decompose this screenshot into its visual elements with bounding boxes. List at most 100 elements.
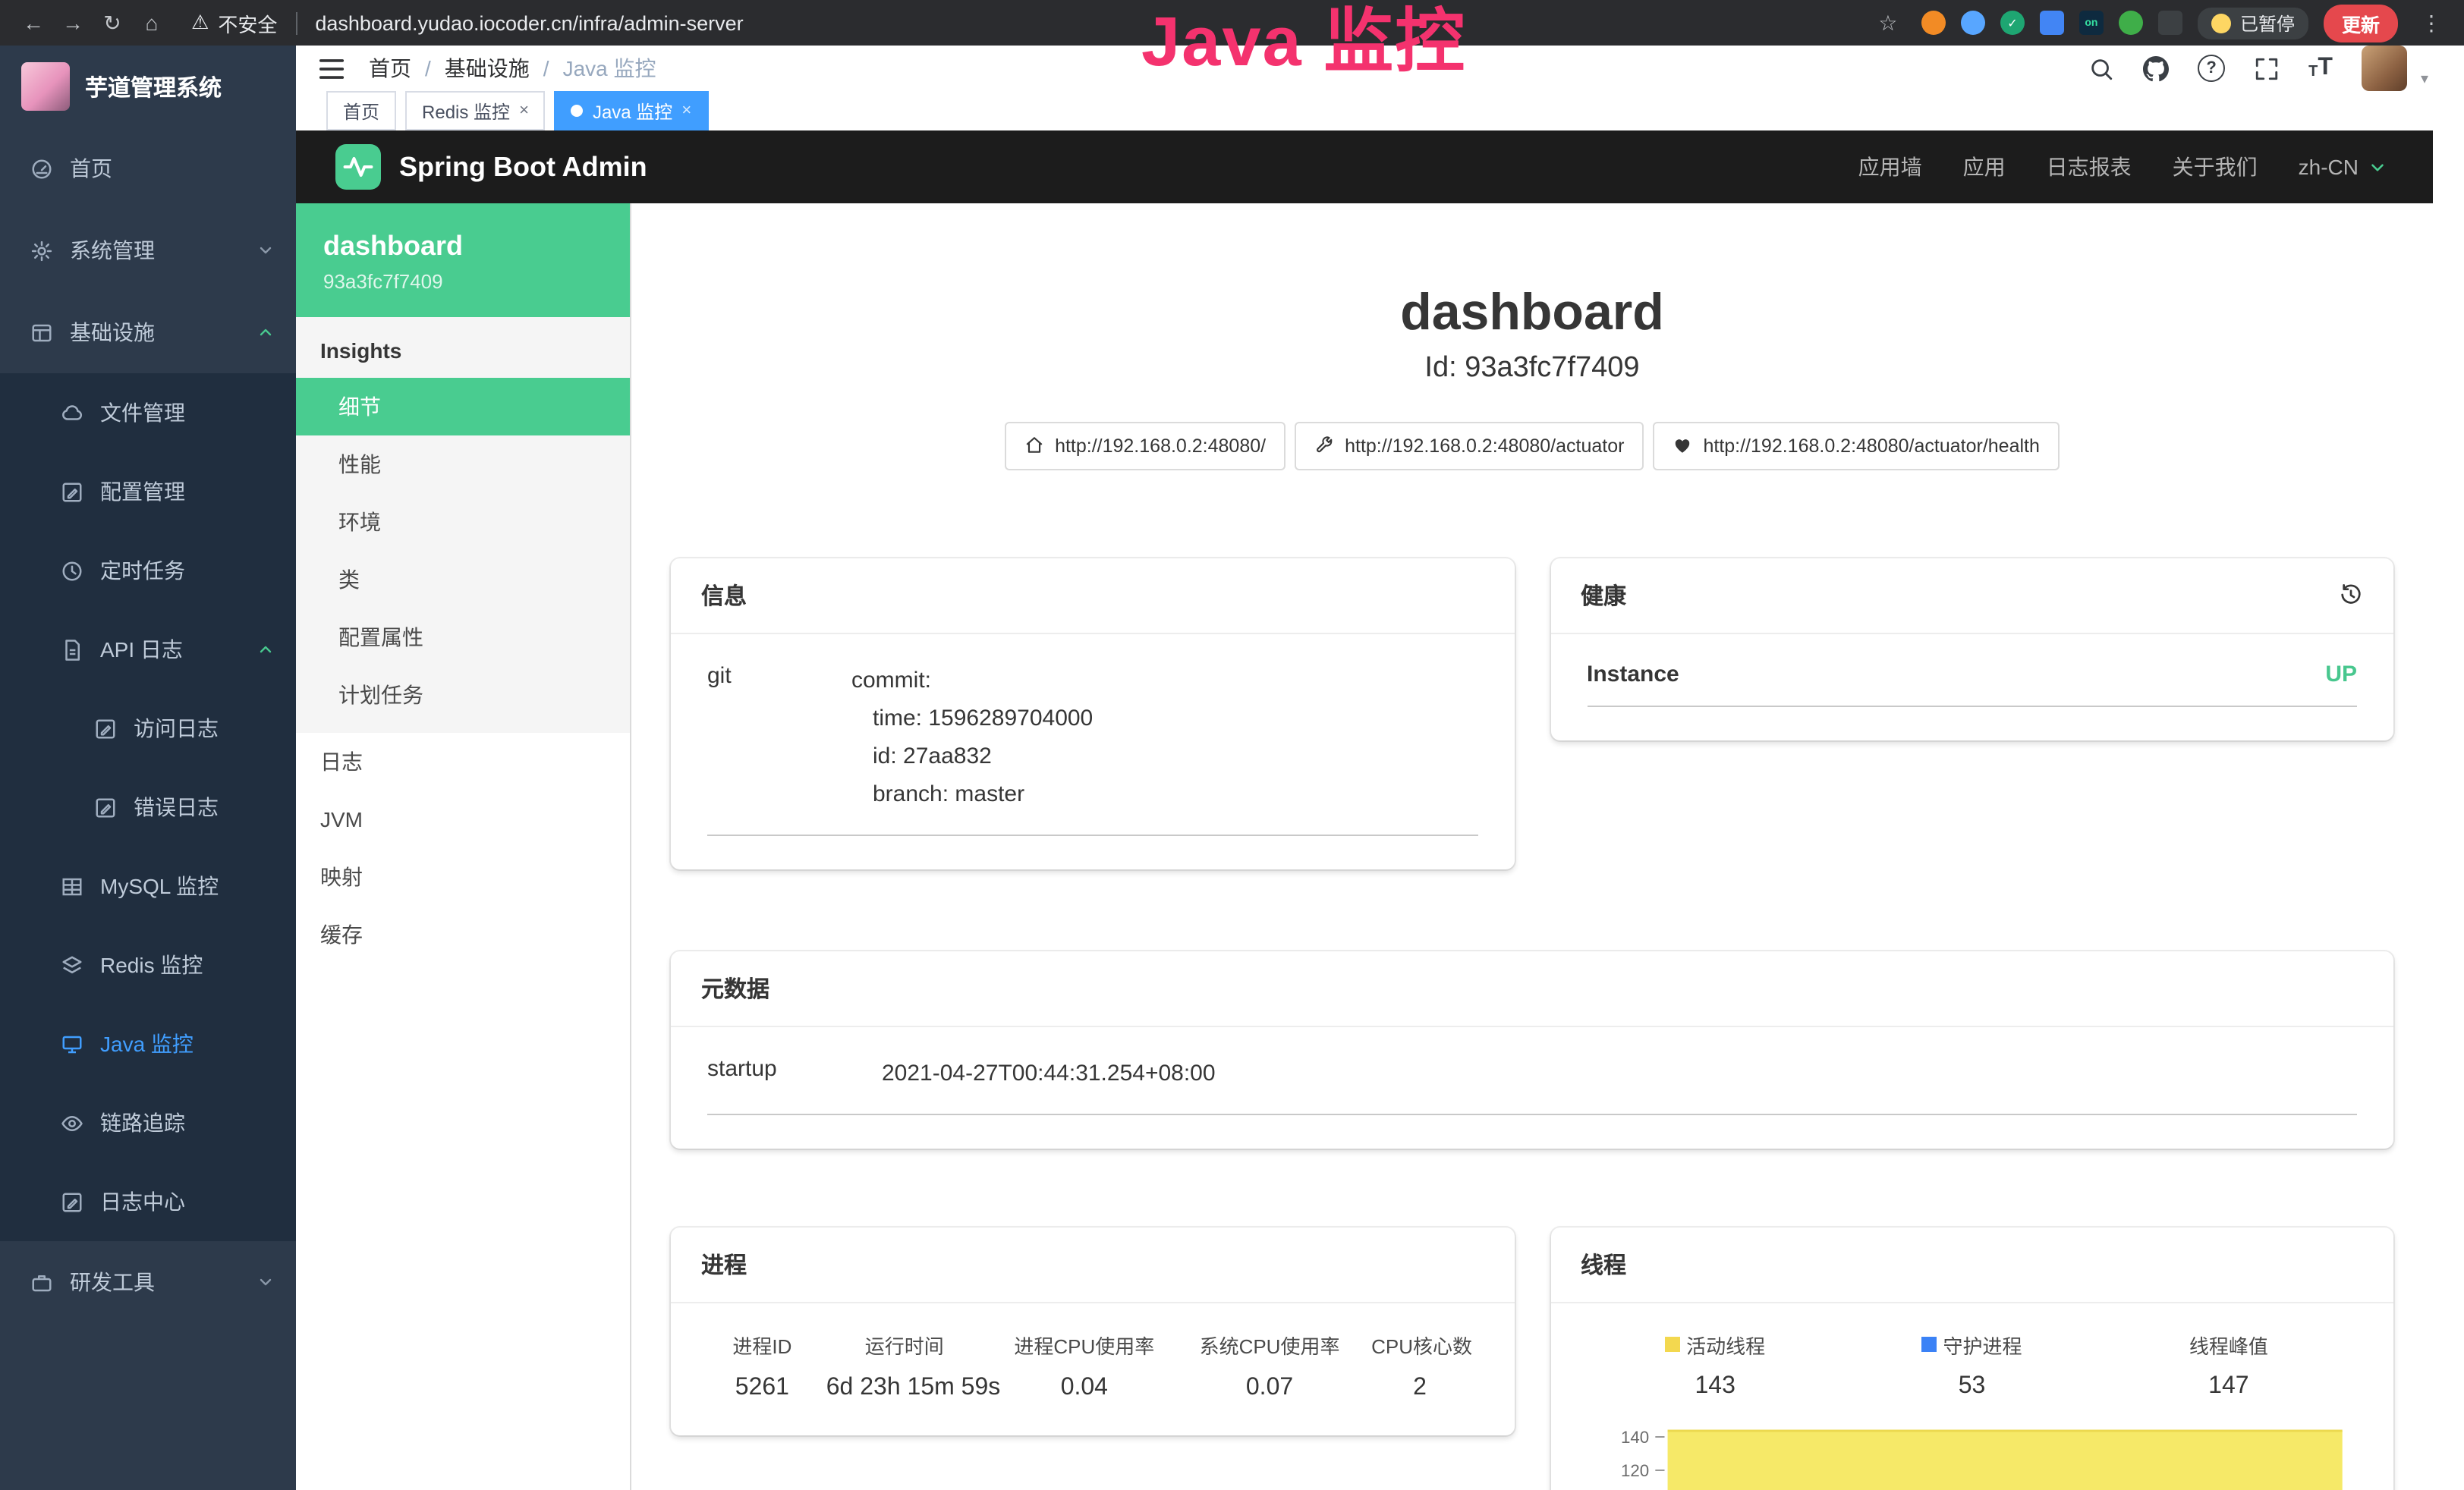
site-security-chip[interactable]: ⚠ 不安全: [191, 8, 277, 37]
spring-boot-admin: Spring Boot Admin 应用墙 应用 日志报表 关于我们 zh-CN: [296, 130, 2433, 1490]
sidebar-item-error-logs[interactable]: 错误日志: [0, 768, 296, 847]
health-card-header: 健康: [1550, 558, 2393, 634]
sidebar-item-label: 文件管理: [100, 398, 185, 428]
github-icon[interactable]: [2143, 55, 2169, 81]
sba-instance-header[interactable]: dashboard 93a3fc7f7409: [296, 203, 630, 317]
legend-label: 活动线程: [1587, 1331, 1843, 1360]
sba-nav-wallboard[interactable]: 应用墙: [1858, 152, 1922, 182]
sba-item-mappings[interactable]: 映射: [296, 848, 630, 906]
sba-item-config-props[interactable]: 配置属性: [296, 608, 630, 666]
sba-nav-applications[interactable]: 应用: [1963, 152, 2006, 182]
document-icon: [94, 717, 117, 740]
health-url-button[interactable]: http://192.168.0.2:48080/actuator/health: [1653, 422, 2059, 470]
sidebar-item-api-logs[interactable]: API 日志: [0, 610, 296, 689]
sba-item-jvm[interactable]: JVM: [296, 791, 630, 848]
sba-body: dashboard 93a3fc7f7409 Insights 细节 性能 环境…: [296, 203, 2433, 1490]
address-url[interactable]: dashboard.yudao.iocoder.cn/infra/admin-s…: [295, 11, 743, 34]
sidebar-item-dev-tools[interactable]: 研发工具: [0, 1241, 296, 1323]
fullscreen-icon[interactable]: [2254, 55, 2280, 81]
sidebar-item-config-management[interactable]: 配置管理: [0, 452, 296, 531]
tab-redis-monitor[interactable]: Redis 监控 ×: [405, 91, 546, 130]
sba-logo-icon[interactable]: [335, 144, 381, 190]
app-logo[interactable]: 芋道管理系统: [0, 46, 296, 127]
sba-item-environment[interactable]: 环境: [296, 493, 630, 551]
sba-root-items: 日志 JVM 映射 缓存: [296, 733, 630, 963]
sidebar-item-redis-monitor[interactable]: Redis 监控: [0, 926, 296, 1004]
sba-nav-journal[interactable]: 日志报表: [2047, 152, 2132, 182]
update-button[interactable]: 更新: [2324, 4, 2398, 42]
extension-drop-icon[interactable]: [1961, 11, 1985, 35]
legend-daemon-threads: 守护进程 53: [1843, 1331, 2100, 1400]
history-icon[interactable]: [2339, 583, 2363, 608]
process-card-body: 进程ID 5261 运行时间 6d 23h 15m 59s: [671, 1303, 1514, 1435]
extension-grid-icon[interactable]: [2040, 11, 2064, 35]
sidebar-item-file-management[interactable]: 文件管理: [0, 373, 296, 452]
browser-reload-button[interactable]: ↻: [94, 10, 131, 36]
close-icon[interactable]: ×: [681, 102, 691, 120]
sidebar-item-java-monitor[interactable]: Java 监控: [0, 1004, 296, 1083]
sba-item-scheduled-tasks[interactable]: 计划任务: [296, 666, 630, 724]
legend-peak-threads: 线程峰值 147: [2101, 1331, 2357, 1400]
close-icon[interactable]: ×: [519, 102, 529, 120]
sba-nav-about[interactable]: 关于我们: [2173, 152, 2258, 182]
service-url-button[interactable]: http://192.168.0.2:48080/: [1005, 422, 1285, 470]
avatar-caret-icon[interactable]: ▾: [2421, 71, 2428, 91]
browser-forward-button[interactable]: →: [55, 11, 91, 35]
sba-item-logs[interactable]: 日志: [296, 733, 630, 791]
extension-check-icon[interactable]: ✓: [2000, 11, 2025, 35]
info-git-row: git commit: time: 1596289704000 id: 27aa…: [707, 662, 1477, 836]
legend-live-threads: 活动线程 143: [1587, 1331, 1843, 1400]
breadcrumb-home[interactable]: 首页: [369, 53, 411, 83]
extension-on-icon[interactable]: on: [2079, 11, 2104, 35]
sba-item-details[interactable]: 细节: [296, 378, 630, 435]
instance-title: dashboard: [671, 282, 2393, 344]
sba-language-select[interactable]: zh-CN: [2299, 155, 2387, 179]
tab-home[interactable]: 首页: [326, 91, 396, 130]
sidebar-item-label: 配置管理: [100, 476, 185, 507]
profile-paused-badge[interactable]: 已暂停: [2198, 7, 2308, 39]
sidebar-item-system-management[interactable]: 系统管理: [0, 209, 296, 291]
browser-back-button[interactable]: ←: [15, 11, 52, 35]
user-avatar[interactable]: [2362, 46, 2407, 91]
sidebar-item-label: 首页: [70, 153, 112, 184]
browser-home-button[interactable]: ⌂: [134, 11, 170, 35]
sidebar-item-mysql-monitor[interactable]: MySQL 监控: [0, 847, 296, 926]
legend-label: 守护进程: [1843, 1331, 2100, 1360]
sidebar-item-log-center[interactable]: 日志中心: [0, 1162, 296, 1241]
sba-item-classes[interactable]: 类: [296, 551, 630, 608]
chevron-down-icon: [256, 1273, 275, 1291]
actuator-url-button[interactable]: http://192.168.0.2:48080/actuator: [1295, 422, 1644, 470]
sidebar-item-access-logs[interactable]: 访问日志: [0, 689, 296, 768]
sidebar-item-scheduled-tasks[interactable]: 定时任务: [0, 531, 296, 610]
help-icon[interactable]: ?: [2198, 55, 2225, 82]
process-col-header: 进程CPU使用率: [1001, 1331, 1168, 1360]
legend-label: 线程峰值: [2101, 1331, 2357, 1360]
extension-leaf-icon[interactable]: [2119, 11, 2143, 35]
sidebar-item-label: MySQL 监控: [100, 871, 219, 901]
extension-puzzle-icon[interactable]: [2158, 11, 2182, 35]
actuator-url-label: http://192.168.0.2:48080/actuator: [1345, 435, 1624, 457]
sidebar-item-infrastructure[interactable]: 基础设施: [0, 291, 296, 373]
health-instance-row[interactable]: Instance UP: [1587, 662, 2357, 707]
search-icon[interactable]: [2088, 55, 2114, 81]
sidebar-item-trace[interactable]: 链路追踪: [0, 1083, 296, 1162]
browser-menu-icon[interactable]: ⋮: [2413, 10, 2450, 36]
sba-item-caches[interactable]: 缓存: [296, 906, 630, 963]
health-card-title: 健康: [1581, 580, 1626, 611]
topbar: 首页 / 基础设施 / Java 监控 ? TT ▾: [296, 46, 2464, 91]
daemon-threads-swatch: [1922, 1338, 1937, 1353]
chevron-down-icon: [256, 241, 275, 259]
breadcrumb-infrastructure[interactable]: 基础设施: [445, 53, 530, 83]
threads-chart: 140 120 100: [1587, 1416, 2357, 1490]
sidebar-item-home[interactable]: 首页: [0, 127, 296, 209]
active-tab-dot: [571, 105, 584, 117]
hamburger-icon[interactable]: [317, 54, 346, 83]
sidebar-item-label: Redis 监控: [100, 950, 203, 980]
bookmark-star-icon[interactable]: ☆: [1870, 10, 1906, 36]
font-size-icon[interactable]: TT: [2308, 56, 2333, 80]
topbar-actions: ? TT ▾: [2088, 46, 2428, 91]
sba-brand[interactable]: Spring Boot Admin: [399, 151, 647, 183]
sba-item-metrics[interactable]: 性能: [296, 435, 630, 493]
extension-fox-icon[interactable]: [1921, 11, 1946, 35]
tab-java-monitor[interactable]: Java 监控 ×: [555, 91, 708, 130]
